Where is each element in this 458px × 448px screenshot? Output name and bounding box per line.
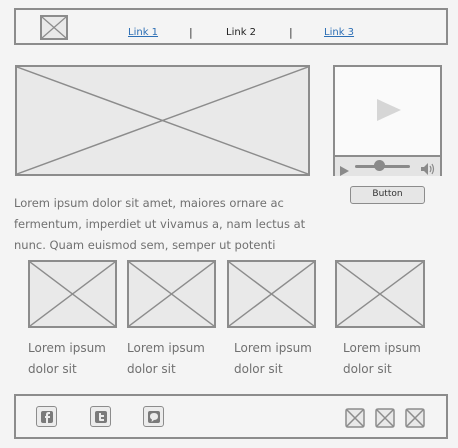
volume-icon[interactable] [421,160,437,179]
nav-link-1[interactable]: Link 1 [128,27,158,38]
nav-link-3[interactable]: Link 3 [324,27,354,38]
gallery-caption-line: dolor sit [343,362,392,376]
gallery-image-placeholder[interactable] [127,260,216,328]
gallery-caption: Lorem ipsum dolor sit [127,338,225,380]
gallery-caption: Lorem ipsum dolor sit [28,338,126,380]
nav-separator: | [189,26,193,39]
image-placeholder-icon[interactable] [405,408,425,428]
gallery-caption-line: Lorem ipsum [127,341,205,355]
twitter-icon[interactable] [90,406,111,427]
hero-image-placeholder [15,65,310,176]
gallery-caption-line: Lorem ipsum [343,341,421,355]
logo-placeholder[interactable] [40,15,68,40]
gallery-caption: Lorem ipsum dolor sit [234,338,332,380]
gallery-caption-line: Lorem ipsum [28,341,106,355]
gallery-image-placeholder[interactable] [28,260,117,328]
header-bar: Link 1 | Link 2 | Link 3 [14,8,448,45]
gallery-caption: Lorem ipsum dolor sit [343,338,441,380]
action-button[interactable]: Button [350,186,425,204]
image-placeholder-icon[interactable] [345,408,365,428]
gallery-caption-line: dolor sit [28,362,77,376]
intro-paragraph: Lorem ipsum dolor sit amet, maiores orna… [14,193,324,256]
video-controls-bar [335,155,440,176]
nav-separator: | [289,26,293,39]
gallery-caption-line: dolor sit [127,362,176,376]
facebook-icon[interactable] [36,406,57,427]
gallery-caption-line: Lorem ipsum [234,341,312,355]
footer-bar [14,394,448,439]
play-small-icon[interactable] [340,161,349,180]
gallery-image-placeholder[interactable] [227,260,316,328]
volume-slider-knob[interactable] [374,160,386,171]
intro-line: fermentum, imperdiet ut vivamus a, nam l… [14,217,306,231]
video-player[interactable] [333,65,442,176]
image-placeholder-icon[interactable] [375,408,395,428]
gallery-caption-line: dolor sit [234,362,283,376]
chat-icon[interactable] [143,406,164,427]
nav-link-2[interactable]: Link 2 [226,27,256,38]
gallery-image-placeholder[interactable] [335,260,425,328]
intro-line: nunc. Quam euismod sem, semper ut potent… [14,238,276,252]
play-icon[interactable] [377,99,401,125]
intro-line: Lorem ipsum dolor sit amet, maiores orna… [14,196,284,210]
